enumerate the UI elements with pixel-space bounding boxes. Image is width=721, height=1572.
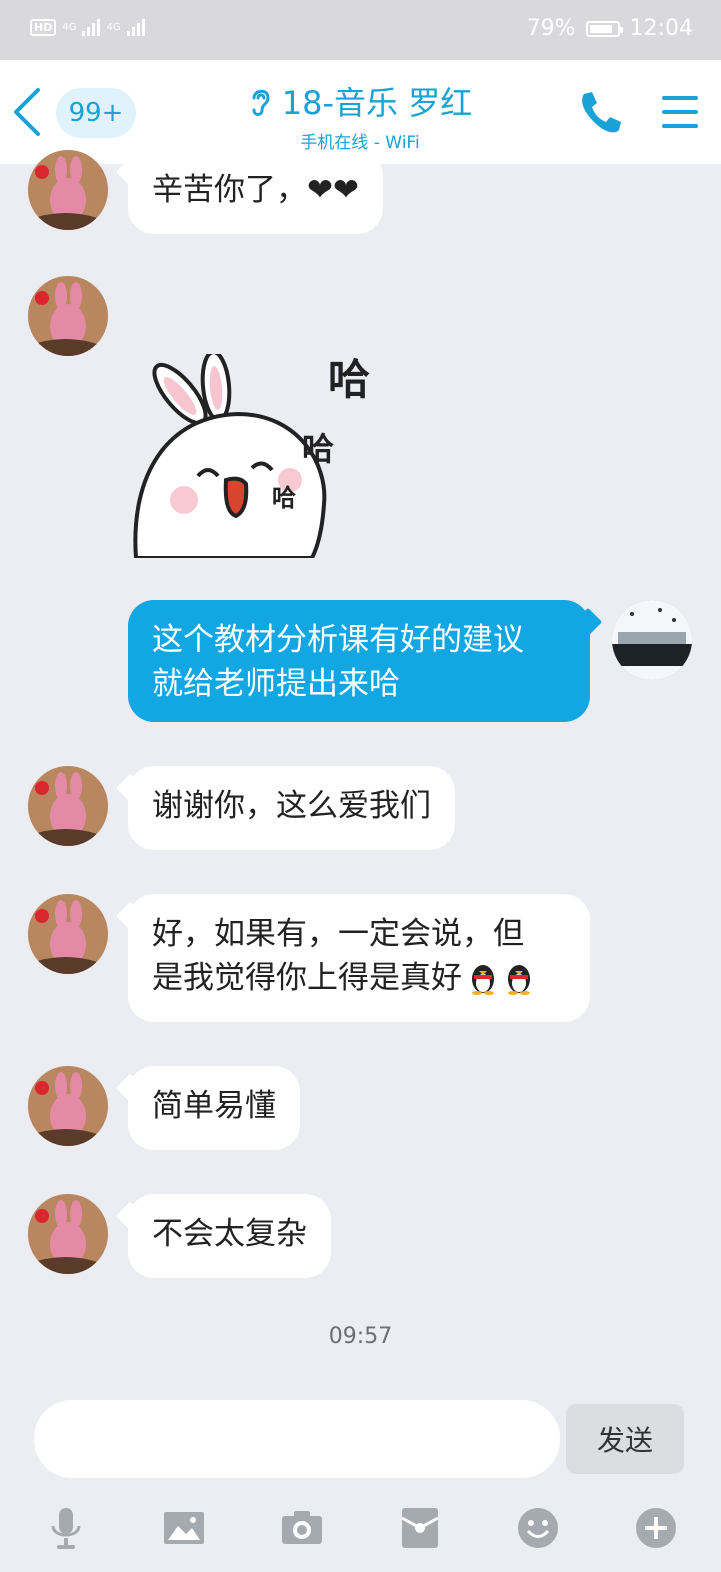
network-label-1: 4G — [62, 21, 77, 33]
message-text: 不会太复杂 — [152, 1216, 307, 1252]
sticker-ha-2: 哈 — [302, 430, 334, 468]
ear-icon — [252, 89, 270, 116]
sticker-ha-3: 哈 — [272, 484, 296, 512]
contact-avatar[interactable] — [28, 894, 108, 974]
message-bubble[interactable]: 不会太复杂 — [128, 1194, 331, 1278]
status-bar: HD 4G 4G 79% 12:04 — [0, 0, 721, 60]
message-timestamp: 09:57 — [328, 1324, 393, 1349]
signal-icon-2 — [126, 18, 145, 36]
message-bubble[interactable]: 好，如果有，一定会说，但 是我觉得你上得是真好 — [128, 894, 590, 1022]
message-text-line-2: 就给老师提出来哈 — [152, 666, 400, 702]
send-button[interactable]: 发送 — [566, 1404, 684, 1474]
more-button[interactable] — [632, 1504, 680, 1552]
status-left: HD 4G 4G — [30, 18, 145, 36]
emoji-icon — [518, 1508, 558, 1548]
contact-avatar[interactable] — [28, 276, 108, 356]
message-bubble[interactable]: 谢谢你，这么爱我们 — [128, 766, 455, 850]
contact-avatar[interactable] — [28, 1194, 108, 1274]
message-bubble[interactable]: 简单易懂 — [128, 1066, 300, 1150]
red-packet-icon — [401, 1508, 439, 1548]
camera-button[interactable] — [278, 1504, 326, 1552]
contact-avatar[interactable] — [28, 766, 108, 846]
chat-header: 99+ 18-音乐 罗红 手机在线 - WiFi — [0, 60, 721, 164]
sticker-ha-1: 哈 — [328, 355, 370, 404]
back-button[interactable] — [10, 86, 50, 138]
unread-badge[interactable]: 99+ — [56, 88, 136, 138]
plus-icon — [636, 1508, 676, 1548]
voice-button[interactable] — [42, 1504, 90, 1552]
message-text: 简单易懂 — [152, 1088, 276, 1124]
microphone-icon — [51, 1508, 81, 1549]
laughing-bunny-sticker: 哈 哈 哈 — [133, 350, 370, 560]
message-text: 谢谢你，这么爱我们 — [152, 788, 431, 824]
message-text-line-2: 是我觉得你上得是真好 — [152, 960, 462, 996]
clock: 12:04 — [629, 16, 693, 41]
phone-icon — [582, 92, 621, 133]
hd-badge: HD — [30, 18, 57, 36]
status-right: 79% 12:04 — [527, 16, 693, 41]
message-bubble[interactable]: 辛苦你了，❤❤ — [128, 150, 383, 234]
contact-avatar[interactable] — [28, 150, 108, 230]
image-button[interactable] — [160, 1504, 208, 1552]
contact-avatar[interactable] — [28, 1066, 108, 1146]
emoji-button[interactable] — [514, 1504, 562, 1552]
hamburger-menu-icon — [662, 96, 698, 128]
battery-icon — [585, 20, 623, 37]
signal-icon-1 — [82, 18, 101, 36]
message-text-line-1: 好，如果有，一定会说，但 — [152, 916, 524, 952]
message-text-line-1: 这个教材分析课有好的建议 — [152, 622, 524, 658]
my-avatar[interactable] — [612, 600, 692, 680]
battery-percent: 79% — [526, 16, 576, 41]
call-button[interactable] — [576, 88, 624, 136]
page-title: 18-音乐 罗红 — [281, 84, 473, 122]
message-text: 辛苦你了，❤❤ — [152, 172, 359, 208]
image-icon — [164, 1512, 204, 1544]
camera-icon — [282, 1511, 322, 1544]
sticker-message[interactable]: 哈 哈 哈 — [128, 350, 408, 560]
menu-button[interactable] — [660, 92, 700, 132]
my-message-bubble[interactable]: 这个教材分析课有好的建议 就给老师提出来哈 — [128, 600, 590, 722]
chevron-left-icon — [14, 88, 40, 136]
red-packet-button[interactable] — [396, 1504, 444, 1552]
chat-title-block[interactable]: 18-音乐 罗红 手机在线 - WiFi — [200, 78, 520, 153]
composer-toolbar — [0, 1490, 721, 1572]
penguin-emoji-icon — [508, 965, 530, 995]
composer-bar: 发送 — [0, 1390, 721, 1490]
penguin-emoji-icon — [472, 965, 494, 995]
message-input[interactable] — [34, 1400, 560, 1478]
network-label-2: 4G — [106, 21, 121, 33]
